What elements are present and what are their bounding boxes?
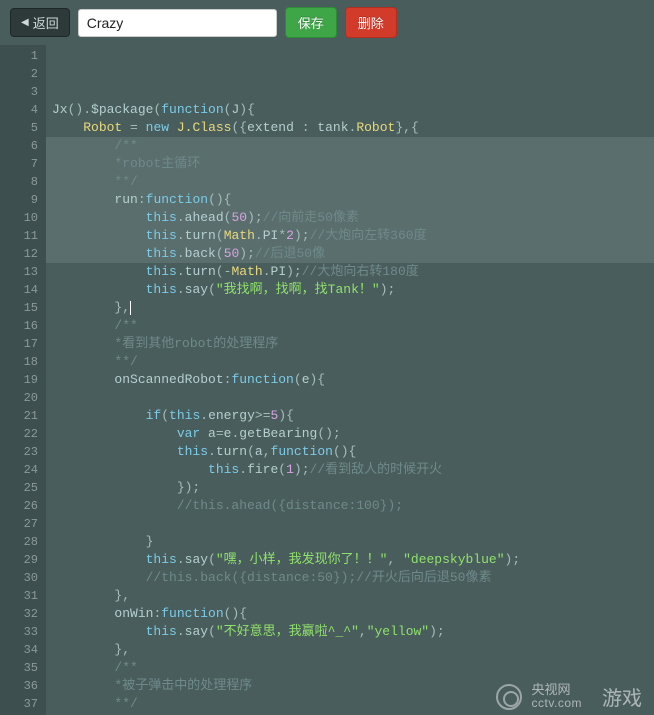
code-line[interactable]: this.turn(Math.PI*2);//大炮向左转360度 bbox=[52, 227, 654, 245]
code-line[interactable]: var a=e.getBearing(); bbox=[52, 425, 654, 443]
back-label: 返回 bbox=[33, 13, 59, 32]
watermark-line2: cctv.com bbox=[532, 697, 582, 710]
line-number: 29 bbox=[0, 551, 38, 569]
code-line[interactable]: this.say("不好意思，我赢啦^_^","yellow"); bbox=[52, 623, 654, 641]
code-line[interactable]: }, bbox=[52, 299, 654, 317]
save-button[interactable]: 保存 bbox=[285, 7, 337, 38]
delete-button[interactable]: 删除 bbox=[345, 7, 397, 38]
line-number: 22 bbox=[0, 425, 38, 443]
line-number: 34 bbox=[0, 641, 38, 659]
code-line[interactable]: this.turn(-Math.PI);//大炮向右转180度 bbox=[52, 263, 654, 281]
chevron-left-icon: ◀ bbox=[21, 17, 29, 28]
code-line[interactable]: run:function(){ bbox=[52, 191, 654, 209]
code-line[interactable]: *看到其他robot的处理程序 bbox=[52, 335, 654, 353]
code-line[interactable]: Robot = new J.Class({extend : tank.Robot… bbox=[52, 119, 654, 137]
line-number: 7 bbox=[0, 155, 38, 173]
line-number: 37 bbox=[0, 695, 38, 713]
code-line[interactable] bbox=[52, 389, 654, 407]
cctv-logo-icon bbox=[496, 684, 522, 710]
line-number: 3 bbox=[0, 83, 38, 101]
line-number: 18 bbox=[0, 353, 38, 371]
line-number: 23 bbox=[0, 443, 38, 461]
code-line[interactable]: /** bbox=[52, 659, 654, 677]
code-line[interactable]: }); bbox=[52, 479, 654, 497]
code-line[interactable]: onScannedRobot:function(e){ bbox=[52, 371, 654, 389]
line-number: 28 bbox=[0, 533, 38, 551]
code-line[interactable]: this.fire(1);//看到敌人的时候开火 bbox=[52, 461, 654, 479]
code-line[interactable]: this.say("嘿，小样，我发现你了！！", "deepskyblue"); bbox=[52, 551, 654, 569]
line-number: 15 bbox=[0, 299, 38, 317]
line-gutter: 1234567891011121314151617181920212223242… bbox=[0, 45, 46, 715]
line-number: 13 bbox=[0, 263, 38, 281]
line-number: 35 bbox=[0, 659, 38, 677]
code-line[interactable]: if(this.energy>=5){ bbox=[52, 407, 654, 425]
code-editor[interactable]: 1234567891011121314151617181920212223242… bbox=[0, 45, 654, 715]
line-number: 26 bbox=[0, 497, 38, 515]
line-number: 32 bbox=[0, 605, 38, 623]
line-number: 2 bbox=[0, 65, 38, 83]
line-number: 1 bbox=[0, 47, 38, 65]
line-number: 11 bbox=[0, 227, 38, 245]
code-line[interactable]: /** bbox=[52, 317, 654, 335]
code-line[interactable]: //this.back({distance:50});//开火后向后退50像素 bbox=[52, 569, 654, 587]
line-number: 5 bbox=[0, 119, 38, 137]
code-line[interactable]: onWin:function(){ bbox=[52, 605, 654, 623]
toolbar: ◀ 返回 保存 删除 bbox=[0, 0, 654, 45]
code-line[interactable]: /** bbox=[52, 137, 654, 155]
code-line[interactable] bbox=[52, 515, 654, 533]
line-number: 4 bbox=[0, 101, 38, 119]
line-number: 33 bbox=[0, 623, 38, 641]
code-line[interactable]: Jx().$package(function(J){ bbox=[52, 101, 654, 119]
line-number: 16 bbox=[0, 317, 38, 335]
line-number: 25 bbox=[0, 479, 38, 497]
watermark-game: 游戏 bbox=[602, 682, 642, 711]
code-line[interactable]: **/ bbox=[52, 353, 654, 371]
watermark: 央视网 cctv.com 游戏 bbox=[496, 682, 642, 711]
code-line[interactable]: this.ahead(50);//向前走50像素 bbox=[52, 209, 654, 227]
line-number: 19 bbox=[0, 371, 38, 389]
watermark-line1: 央视网 bbox=[532, 683, 582, 697]
line-number: 27 bbox=[0, 515, 38, 533]
code-line[interactable]: //this.ahead({distance:100}); bbox=[52, 497, 654, 515]
line-number: 36 bbox=[0, 677, 38, 695]
code-line[interactable]: }, bbox=[52, 587, 654, 605]
line-number: 8 bbox=[0, 173, 38, 191]
line-number: 6 bbox=[0, 137, 38, 155]
line-number: 24 bbox=[0, 461, 38, 479]
line-number: 21 bbox=[0, 407, 38, 425]
code-line[interactable]: }, bbox=[52, 641, 654, 659]
code-area[interactable]: Jx().$package(function(J){ Robot = new J… bbox=[46, 45, 654, 715]
code-line[interactable]: this.say("我找啊，找啊，找Tank！"); bbox=[52, 281, 654, 299]
line-number: 10 bbox=[0, 209, 38, 227]
line-number: 17 bbox=[0, 335, 38, 353]
code-line[interactable]: this.turn(a,function(){ bbox=[52, 443, 654, 461]
line-number: 30 bbox=[0, 569, 38, 587]
line-number: 31 bbox=[0, 587, 38, 605]
filename-input[interactable] bbox=[78, 9, 277, 37]
code-line[interactable]: } bbox=[52, 533, 654, 551]
back-button[interactable]: ◀ 返回 bbox=[10, 8, 70, 37]
line-number: 12 bbox=[0, 245, 38, 263]
code-line[interactable]: *robot主循环 bbox=[52, 155, 654, 173]
line-number: 20 bbox=[0, 389, 38, 407]
code-line[interactable]: this.back(50);//后退50像 bbox=[52, 245, 654, 263]
code-line[interactable]: **/ bbox=[52, 173, 654, 191]
line-number: 14 bbox=[0, 281, 38, 299]
line-number: 9 bbox=[0, 191, 38, 209]
